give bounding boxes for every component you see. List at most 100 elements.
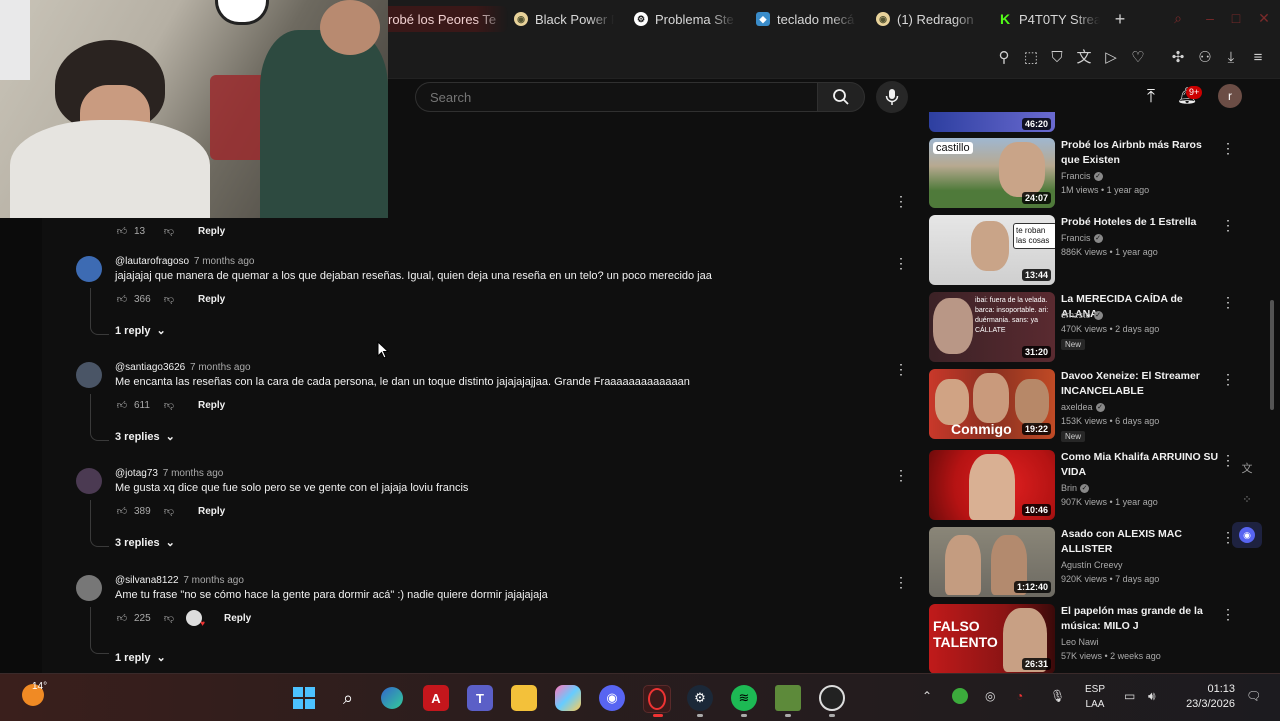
- clock[interactable]: 01:13 23/3/2026: [1175, 682, 1235, 712]
- more-options-icon[interactable]: ⋮: [1221, 371, 1235, 388]
- video-thumbnail[interactable]: 1:12:40: [929, 527, 1055, 597]
- video-thumbnail[interactable]: 10:46: [929, 450, 1055, 520]
- channel-name[interactable]: axeldea ✓: [1061, 402, 1105, 413]
- tab-problema[interactable]: ⚙ Problema Ste: [634, 6, 736, 32]
- like-icon[interactable]: 👍︎: [115, 398, 129, 412]
- video-thumbnail[interactable]: Conmigo 19:22: [929, 369, 1055, 439]
- dislike-icon[interactable]: 👎︎: [162, 504, 176, 518]
- comment-time[interactable]: 7 months ago: [194, 256, 255, 267]
- video-thumbnail[interactable]: ibai: fuera de la velada. barca: insopor…: [929, 292, 1055, 362]
- related-video[interactable]: 1:12:40 Asado con ALEXIS MAC ALLISTER Ag…: [929, 527, 1235, 599]
- acrobat-icon[interactable]: A: [423, 685, 449, 711]
- search-tabs-icon[interactable]: ⌕: [1170, 10, 1186, 26]
- discord-overlay-button[interactable]: ◉: [1232, 522, 1262, 548]
- dislike-icon[interactable]: 👎︎: [162, 224, 176, 238]
- reply-button[interactable]: Reply: [224, 613, 251, 624]
- voice-search-button[interactable]: [876, 81, 908, 113]
- related-video[interactable]: ibai: fuera de la velada. barca: insopor…: [929, 292, 1235, 364]
- related-video[interactable]: Conmigo 19:22 Davoo Xeneize: El Streamer…: [929, 369, 1235, 442]
- view-replies-button[interactable]: 3 replies ⌄: [115, 430, 175, 444]
- channel-name[interactable]: Brin ✓: [1061, 483, 1090, 494]
- comment-author[interactable]: @santiago3626: [115, 362, 185, 373]
- copilot-icon[interactable]: [555, 685, 581, 711]
- teams-icon[interactable]: T: [467, 685, 493, 711]
- video-thumbnail[interactable]: FALSO TALENTO 26:31: [929, 604, 1055, 674]
- tab-black-power[interactable]: ◉ Black Power F: [514, 6, 614, 32]
- new-tab-icon[interactable]: +: [1110, 9, 1130, 29]
- more-options-icon[interactable]: ⋮: [1221, 294, 1235, 311]
- reply-button[interactable]: Reply: [198, 226, 225, 237]
- obs-icon[interactable]: [819, 685, 845, 711]
- related-video[interactable]: te roban las cosas 13:44 Probé Hoteles d…: [929, 215, 1235, 287]
- comment-time[interactable]: 7 months ago: [163, 468, 224, 479]
- search-box[interactable]: [415, 82, 817, 112]
- dislike-icon[interactable]: 👎︎: [162, 292, 176, 306]
- more-options-icon[interactable]: ⋮: [1221, 606, 1235, 623]
- avatar[interactable]: [76, 256, 102, 282]
- more-options-icon[interactable]: ⋮: [1221, 217, 1235, 234]
- video-thumbnail[interactable]: 46:20: [929, 112, 1055, 132]
- microphone-icon[interactable]: 🎙︎: [1050, 689, 1065, 703]
- like-icon[interactable]: 👍︎: [115, 224, 129, 238]
- page-scrollbar[interactable]: [1270, 300, 1274, 410]
- search-button[interactable]: [817, 82, 865, 112]
- discord-icon[interactable]: ◉: [599, 685, 625, 711]
- search-input[interactable]: [428, 89, 802, 106]
- like-icon[interactable]: 👍︎: [115, 504, 129, 518]
- translate-icon[interactable]: 文: [1074, 48, 1094, 68]
- more-options-icon[interactable]: ⋮: [1221, 140, 1235, 157]
- more-options-icon[interactable]: ⋮: [894, 575, 908, 589]
- reply-button[interactable]: Reply: [198, 294, 225, 305]
- like-icon[interactable]: 👍︎: [115, 292, 129, 306]
- close-icon[interactable]: ✕: [1256, 10, 1272, 26]
- channel-name[interactable]: Agustín Creevy: [1061, 560, 1123, 570]
- minecraft-icon[interactable]: [775, 685, 801, 711]
- comment-author[interactable]: @silvana8122: [115, 575, 179, 586]
- language-indicator[interactable]: ESP LAA: [1080, 682, 1110, 712]
- comment-author[interactable]: @jotag73: [115, 468, 158, 479]
- related-video-partial[interactable]: 46:20: [929, 112, 1229, 132]
- more-options-icon[interactable]: ⋮: [894, 194, 908, 208]
- reply-button[interactable]: Reply: [198, 506, 225, 517]
- comment-time[interactable]: 7 months ago: [183, 575, 244, 586]
- tab-teclado[interactable]: ◆ teclado mecá: [756, 6, 856, 32]
- tray-app-icon[interactable]: [952, 688, 968, 704]
- opera-gx-icon[interactable]: [643, 685, 671, 713]
- vpn-icon[interactable]: ◎: [985, 689, 995, 703]
- pin-icon[interactable]: ⚲: [994, 48, 1014, 68]
- view-replies-button[interactable]: 3 replies ⌄: [115, 536, 175, 550]
- related-video[interactable]: FALSO TALENTO 26:31 El papelón mas grand…: [929, 604, 1235, 676]
- network-icon[interactable]: ▭: [1124, 689, 1135, 703]
- maximize-icon[interactable]: □: [1228, 10, 1244, 26]
- shield-icon[interactable]: ⛉: [1047, 48, 1067, 68]
- apps-icon[interactable]: ⁘: [1238, 493, 1256, 511]
- related-video[interactable]: 10:46 Como Mia Khalifa ARRUINO SU VIDA B…: [929, 450, 1235, 522]
- video-title[interactable]: Davoo Xeneize: El Streamer INCANCELABLE: [1061, 369, 1221, 399]
- video-title[interactable]: Probé Hoteles de 1 Estrella: [1061, 215, 1221, 230]
- volume-icon[interactable]: 🔊︎: [1148, 689, 1156, 704]
- account-avatar[interactable]: r: [1218, 84, 1242, 108]
- menu-icon[interactable]: ≡: [1248, 48, 1268, 68]
- channel-name[interactable]: Francis ✓: [1061, 233, 1103, 244]
- related-video[interactable]: castillo 24:07 Probé los Airbnb más Raro…: [929, 138, 1235, 210]
- avatar[interactable]: [76, 575, 102, 601]
- chevron-up-icon[interactable]: ⌃: [922, 689, 932, 703]
- download-icon[interactable]: ⤓: [1221, 48, 1241, 68]
- more-options-icon[interactable]: ⋮: [894, 362, 908, 376]
- screenshot-icon[interactable]: ⬚: [1021, 48, 1041, 68]
- send-icon[interactable]: ▷: [1101, 48, 1121, 68]
- edge-icon[interactable]: [381, 687, 403, 709]
- channel-name[interactable]: Francis ✓: [1061, 171, 1103, 182]
- translate-icon[interactable]: 文: [1238, 460, 1256, 478]
- profile-icon[interactable]: ⚇: [1195, 48, 1215, 68]
- avatar[interactable]: [76, 468, 102, 494]
- reply-button[interactable]: Reply: [198, 400, 225, 411]
- search-icon[interactable]: ⌕: [335, 685, 361, 711]
- extensions-icon[interactable]: ✣: [1168, 48, 1188, 68]
- view-replies-button[interactable]: 1 reply ⌄: [115, 324, 166, 338]
- comment-time[interactable]: 7 months ago: [190, 362, 251, 373]
- tab-active[interactable]: robé los Peores Te: [380, 6, 508, 32]
- view-replies-button[interactable]: 1 reply ⌄: [115, 651, 166, 665]
- video-title[interactable]: Asado con ALEXIS MAC ALLISTER: [1061, 527, 1221, 557]
- steam-icon[interactable]: ⚙: [687, 685, 713, 711]
